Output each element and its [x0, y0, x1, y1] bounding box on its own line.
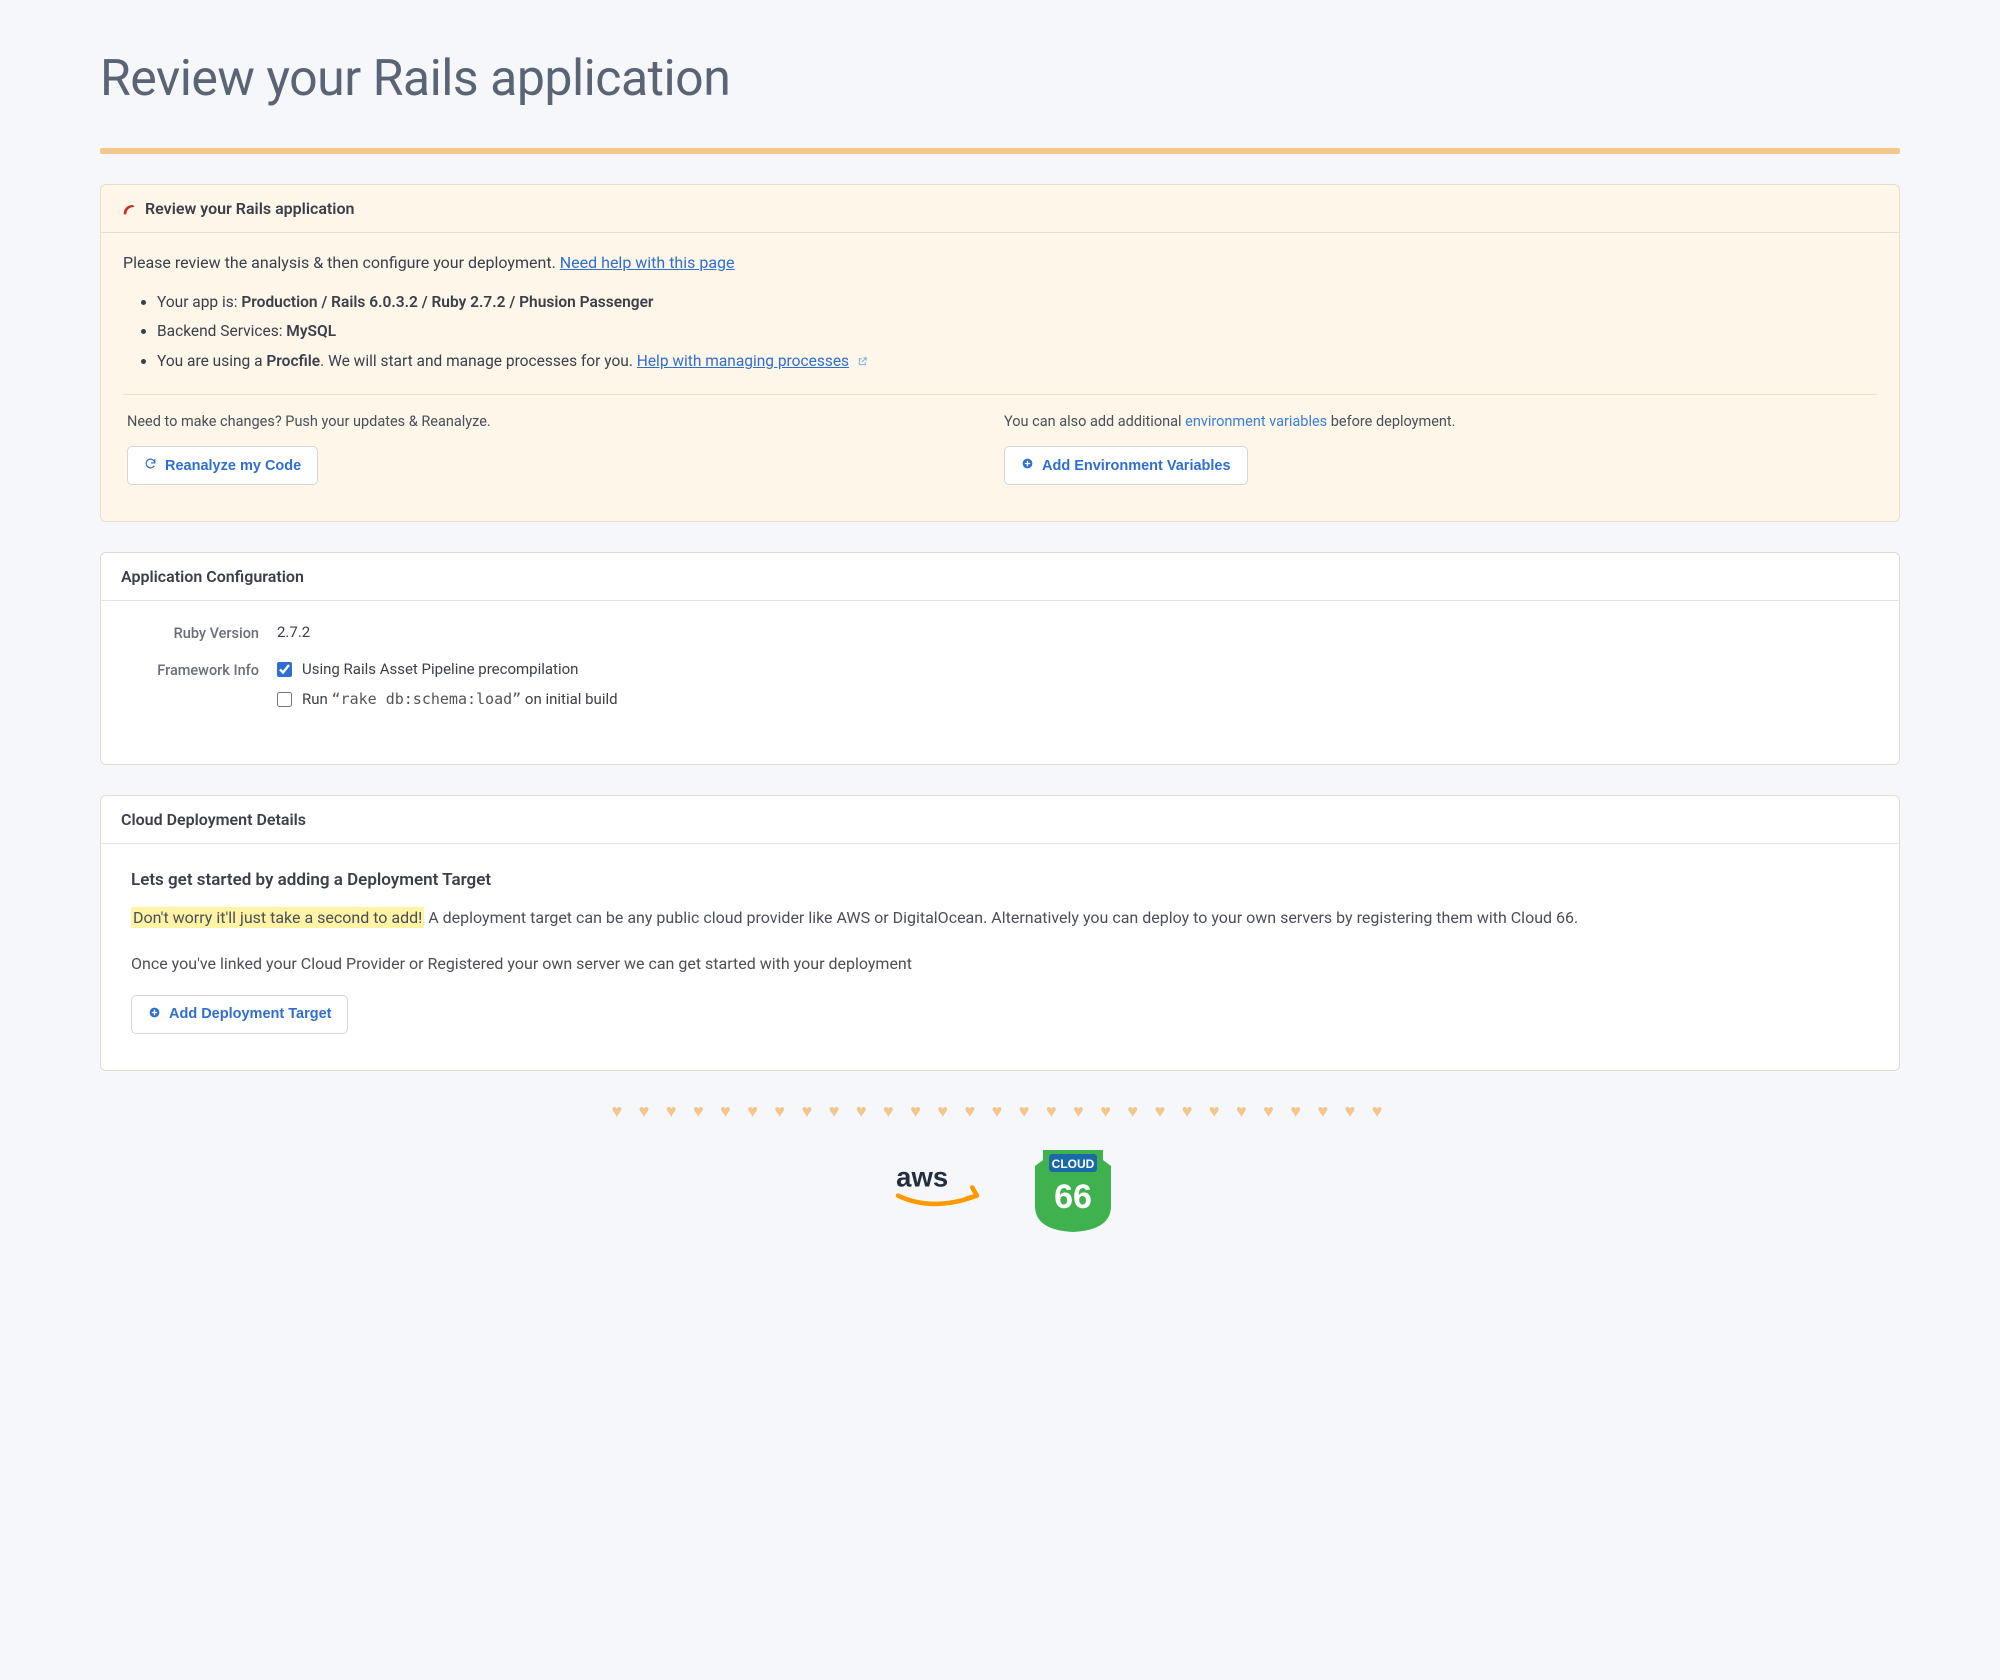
schema-load-code: “rake db:schema:load” [332, 690, 522, 708]
review-intro: Please review the analysis & then config… [123, 253, 1877, 272]
app-config-body: Ruby Version 2.7.2 Framework Info Using … [101, 601, 1899, 764]
env-hint-prefix: You can also add additional [1004, 413, 1185, 430]
ruby-version-label: Ruby Version [127, 623, 277, 642]
logos-row: aws CLOUD 66 [100, 1142, 1900, 1236]
refresh-icon [144, 457, 157, 474]
asset-pipeline-row: Using Rails Asset Pipeline precompilatio… [277, 660, 1873, 678]
plus-circle-icon [148, 1006, 161, 1023]
ruby-version-value: 2.7.2 [277, 623, 1873, 641]
app-config-header: Application Configuration [101, 553, 1899, 601]
need-help-link[interactable]: Need help with this page [560, 253, 735, 272]
env-vars-link[interactable]: environment variables [1185, 413, 1327, 430]
review-panel-title: Review your Rails application [145, 199, 354, 218]
review-panel-header: Review your Rails application [101, 185, 1899, 233]
reanalyze-col: Need to make changes? Push your updates … [123, 395, 1000, 503]
bullet-backend-value: MySQL [286, 322, 336, 340]
schema-load-suffix: on initial build [521, 690, 617, 708]
framework-info-value: Using Rails Asset Pipeline precompilatio… [277, 660, 1873, 720]
schema-load-checkbox[interactable] [277, 692, 292, 707]
ruby-version-row: Ruby Version 2.7.2 [127, 623, 1873, 642]
svg-text:aws: aws [896, 1162, 948, 1193]
svg-text:CLOUD: CLOUD [1052, 1157, 1095, 1171]
action-row: Need to make changes? Push your updates … [123, 394, 1877, 503]
env-col: You can also add additional environment … [1000, 395, 1877, 503]
bullet-app-prefix: Your app is: [157, 293, 241, 311]
bullet-procfile-suffix: . We will start and manage processes for… [320, 352, 637, 370]
add-env-vars-label: Add Environment Variables [1042, 458, 1231, 474]
review-panel-body: Please review the analysis & then config… [101, 233, 1899, 521]
bullet-backend: Backend Services: MySQL [157, 317, 1877, 346]
deploy-paragraph-2: Once you've linked your Cloud Provider o… [131, 950, 1869, 977]
schema-load-prefix: Run [302, 690, 332, 708]
bullet-procfile: You are using a Procfile. We will start … [157, 347, 1877, 376]
app-config-panel: Application Configuration Ruby Version 2… [100, 552, 1900, 765]
deploy-panel-header: Cloud Deployment Details [101, 796, 1899, 844]
schema-load-label: Run “rake db:schema:load” on initial bui… [302, 690, 618, 708]
deploy-panel-body: Lets get started by adding a Deployment … [101, 844, 1899, 1069]
framework-info-row: Framework Info Using Rails Asset Pipelin… [127, 660, 1873, 720]
aws-logo-icon: aws [887, 1159, 997, 1218]
reanalyze-button[interactable]: Reanalyze my Code [127, 446, 318, 485]
bullet-app-value: Production / Rails 6.0.3.2 / Ruby 2.7.2 … [241, 293, 653, 311]
schema-load-row: Run “rake db:schema:load” on initial bui… [277, 690, 1873, 708]
cloud66-logo-icon: CLOUD 66 [1033, 1142, 1113, 1236]
help-processes-link[interactable]: Help with managing processes [637, 352, 849, 370]
deploy-p1-highlight: Don't worry it'll just take a second to … [131, 907, 424, 928]
bullet-app: Your app is: Production / Rails 6.0.3.2 … [157, 288, 1877, 317]
divider-bar [100, 148, 1900, 154]
plus-circle-icon [1021, 457, 1034, 474]
external-link-icon [857, 348, 868, 359]
deploy-heading: Lets get started by adding a Deployment … [131, 870, 1869, 890]
add-env-vars-button[interactable]: Add Environment Variables [1004, 446, 1248, 485]
asset-pipeline-label: Using Rails Asset Pipeline precompilatio… [302, 660, 578, 678]
hearts-divider: ♥ ♥ ♥ ♥ ♥ ♥ ♥ ♥ ♥ ♥ ♥ ♥ ♥ ♥ ♥ ♥ ♥ ♥ ♥ ♥ … [100, 1101, 1900, 1122]
bullet-procfile-prefix: You are using a [157, 352, 266, 370]
deploy-paragraph-1: Don't worry it'll just take a second to … [131, 904, 1869, 931]
bullet-procfile-bold: Procfile [266, 352, 320, 370]
framework-info-label: Framework Info [127, 660, 277, 679]
deploy-panel: Cloud Deployment Details Lets get starte… [100, 795, 1900, 1070]
reanalyze-button-label: Reanalyze my Code [165, 458, 301, 474]
page-title: Review your Rails application [100, 50, 1900, 108]
review-bullets: Your app is: Production / Rails 6.0.3.2 … [123, 288, 1877, 376]
env-hint: You can also add additional environment … [1004, 413, 1873, 430]
add-deployment-target-button[interactable]: Add Deployment Target [131, 995, 348, 1034]
review-panel: Review your Rails application Please rev… [100, 184, 1900, 522]
bullet-backend-prefix: Backend Services: [157, 322, 286, 340]
reanalyze-hint: Need to make changes? Push your updates … [127, 413, 996, 430]
add-deployment-target-label: Add Deployment Target [169, 1006, 331, 1022]
svg-text:66: 66 [1054, 1178, 1092, 1216]
env-hint-suffix: before deployment. [1327, 413, 1455, 430]
deploy-p1-rest: A deployment target can be any public cl… [424, 908, 1578, 927]
rails-icon [121, 201, 137, 217]
review-intro-text: Please review the analysis & then config… [123, 253, 560, 272]
asset-pipeline-checkbox[interactable] [277, 662, 292, 677]
